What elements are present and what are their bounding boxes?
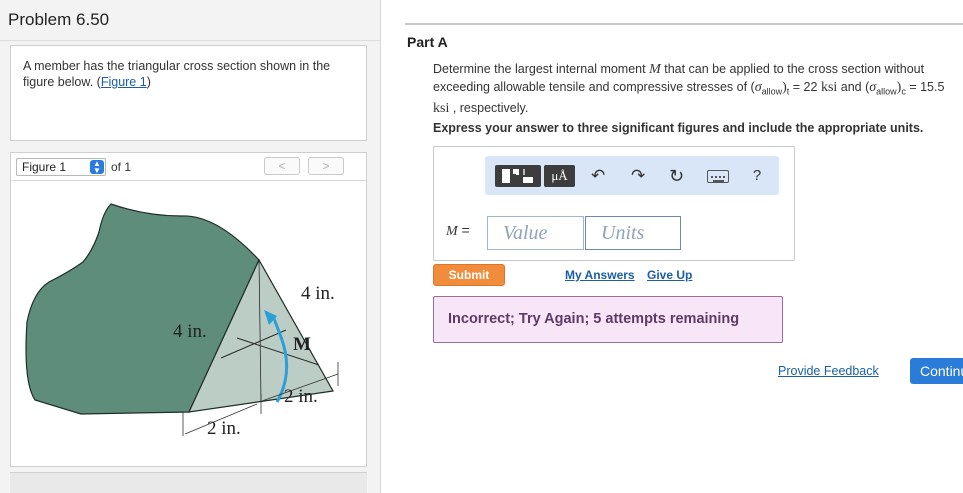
divider — [0, 40, 381, 41]
undo-icon[interactable]: ↶ — [591, 166, 605, 186]
redo-icon[interactable]: ↷ — [631, 166, 645, 186]
math-toolbar: μÅ ↶ ↷ ↻ ? — [485, 156, 779, 195]
part-title: Part A — [407, 34, 448, 50]
value-input[interactable] — [487, 216, 584, 250]
reset-icon[interactable]: ↻ — [669, 166, 684, 186]
keyboard-keys — [710, 176, 725, 182]
units-input[interactable] — [585, 216, 681, 250]
figure-link[interactable]: Figure 1 — [101, 75, 147, 89]
next-figure-button[interactable]: > — [308, 157, 344, 175]
units-button[interactable]: μÅ — [544, 165, 575, 187]
figure-toolbar: Figure 1 ▲ ▼ of 1 < > — [11, 153, 366, 181]
answer-variable-label: M = — [446, 222, 470, 239]
submit-button[interactable]: Submit — [433, 264, 505, 286]
answer-instruction: Express your answer to three significant… — [433, 121, 924, 135]
give-up-link[interactable]: Give Up — [647, 268, 692, 282]
moment-label: M — [293, 334, 311, 355]
feedback-message: Incorrect; Try Again; 5 attempts remaini… — [433, 296, 783, 343]
provide-feedback-link[interactable]: Provide Feedback — [778, 364, 879, 378]
previous-figure-button[interactable]: < — [264, 157, 300, 175]
templates-icon — [502, 169, 533, 183]
keyboard-icon[interactable] — [707, 170, 729, 183]
templates-button[interactable] — [495, 165, 541, 187]
answer-box: μÅ ↶ ↷ ↻ ? M = — [433, 146, 795, 261]
help-button[interactable]: ? — [750, 166, 764, 186]
right-side-dimension: 4 in. — [301, 283, 335, 304]
bottom-right-dimension: 2 in. — [284, 386, 318, 407]
cross-section-figure: M 4 in. 4 in. 2 in. 2 in. — [25, 203, 339, 439]
my-answers-link[interactable]: My Answers — [565, 268, 635, 282]
intro-text: A member has the triangular cross sectio… — [23, 59, 331, 89]
continue-button[interactable]: Continue — [910, 358, 963, 384]
problem-intro: A member has the triangular cross sectio… — [10, 45, 367, 141]
intro-close: ) — [146, 75, 151, 89]
figure-count: of 1 — [111, 160, 132, 174]
left-side-dimension: 4 in. — [173, 321, 207, 342]
question-text: Determine the largest internal moment M … — [433, 62, 945, 116]
figure-panel: Figure 1 ▲ ▼ of 1 < > M 4 in. 4 in. 2 in… — [10, 152, 367, 467]
figure-footer-bar — [10, 472, 367, 493]
moment-symbol: M — [649, 62, 661, 77]
problem-panel: Problem 6.50 A member has the triangular… — [0, 0, 381, 493]
problem-title: Problem 6.50 — [8, 10, 110, 29]
figure-select[interactable]: Figure 1 ▲ ▼ — [16, 158, 106, 176]
figure-select-value: Figure 1 — [22, 160, 67, 174]
header-divider — [405, 23, 963, 25]
chevron-updown-icon: ▲ ▼ — [90, 160, 104, 175]
bottom-left-dimension: 2 in. — [207, 418, 241, 439]
